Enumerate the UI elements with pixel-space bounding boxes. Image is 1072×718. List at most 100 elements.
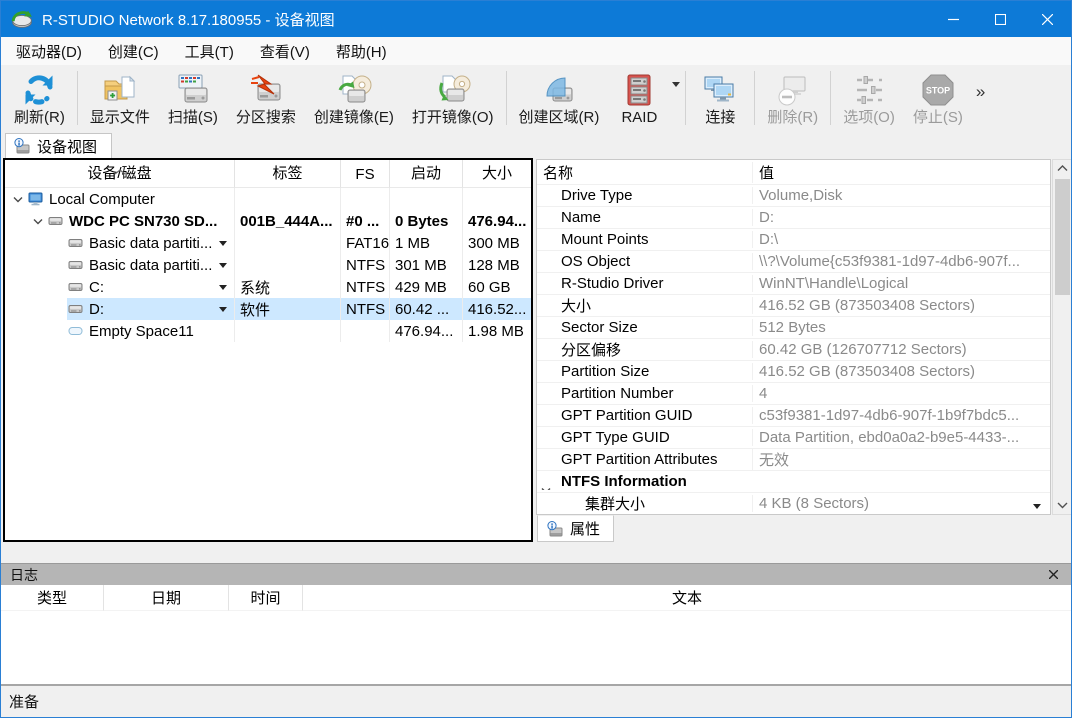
tab-properties[interactable]: 属性: [537, 515, 614, 542]
prop-row-gpt-partition-attributes[interactable]: GPT Partition Attributes无效: [537, 448, 1050, 470]
device-cell-size: 300 MB: [463, 232, 531, 254]
menu-item-help[interactable]: 帮助(H): [323, 38, 400, 65]
open-image-label: 打开镜像(O): [412, 109, 494, 126]
prop-row-sector-size[interactable]: Sector Size512 Bytes: [537, 316, 1050, 338]
disk-icon: [67, 256, 85, 274]
device-row-basic-partition-2[interactable]: Basic data partiti...NTFS301 MB128 MB: [5, 254, 531, 276]
device-row-drive-c[interactable]: C:系统NTFS429 MB60 GB: [5, 276, 531, 298]
create-region-button[interactable]: 创建区域(R): [510, 66, 609, 130]
device-cell-label: [235, 232, 341, 254]
scroll-up-icon[interactable]: [1053, 160, 1071, 177]
partition-dropdown-caret[interactable]: [219, 263, 227, 272]
device-table-header: 设备/磁盘标签FS启动大小: [5, 160, 531, 188]
disk-icon: [67, 234, 85, 252]
refresh-label: 刷新(R): [14, 109, 65, 126]
open-image-button[interactable]: 打开镜像(O): [403, 66, 503, 130]
tree-indent: [5, 232, 67, 254]
prop-value-cluster-size[interactable]: 4 KB (8 Sectors): [752, 495, 1050, 512]
device-cell-start: 0 Bytes: [390, 210, 463, 232]
refresh-button[interactable]: 刷新(R): [5, 66, 74, 130]
tab-device-view[interactable]: 设备视图: [5, 133, 112, 158]
menu-item-tools[interactable]: 工具(T): [172, 38, 247, 65]
prop-row-drive-type[interactable]: Drive TypeVolume,Disk: [537, 184, 1050, 206]
log-header-row: 类型日期时间文本: [1, 585, 1071, 611]
maximize-button[interactable]: [977, 1, 1024, 37]
prop-row-partition-offset[interactable]: 分区偏移60.42 GB (126707712 Sectors): [537, 338, 1050, 360]
prop-value-partition-number: 4: [752, 385, 1050, 402]
prop-row-cluster-size[interactable]: 集群大小4 KB (8 Sectors): [537, 492, 1050, 514]
options-button: 选项(O): [834, 66, 904, 130]
prop-row-partition-size[interactable]: Partition Size416.52 GB (873503408 Secto…: [537, 360, 1050, 382]
prop-row-ntfs-information[interactable]: NTFS Information: [537, 470, 1050, 492]
tree-indent: [5, 254, 67, 276]
device-row-local-computer[interactable]: Local Computer: [5, 188, 531, 210]
stop-icon: STOP: [920, 72, 956, 108]
device-cell-name: Empty Space11: [5, 320, 235, 342]
status-text: 准备: [9, 691, 39, 712]
log-column-text[interactable]: 文本: [303, 585, 1071, 611]
raid-button[interactable]: RAID: [608, 66, 670, 130]
toolbar-separator: [830, 71, 831, 125]
device-cell-fs: NTFS: [341, 254, 390, 276]
menu-item-drive[interactable]: 驱动器(D): [3, 38, 95, 65]
device-cell-fs: [341, 188, 390, 210]
menu-item-view[interactable]: 查看(V): [247, 38, 323, 65]
device-cell-size: 60 GB: [463, 276, 531, 298]
connect-label: 连接: [705, 109, 735, 126]
prop-name-partition-offset: 分区偏移: [537, 339, 752, 360]
device-cell-size: [463, 188, 531, 210]
close-button[interactable]: [1024, 1, 1071, 37]
prop-row-gpt-partition-guid[interactable]: GPT Partition GUIDc53f9381-1d97-4db6-907…: [537, 404, 1050, 426]
column-header-size[interactable]: 大小: [463, 160, 531, 188]
column-header-label: FS: [355, 166, 374, 183]
column-header-fs[interactable]: FS: [341, 160, 390, 188]
properties-scrollbar[interactable]: [1052, 159, 1071, 515]
column-header-start[interactable]: 启动: [390, 160, 463, 188]
prop-row-os-object[interactable]: OS Object\\?\Volume{c53f9381-1d97-4db6-9…: [537, 250, 1050, 272]
prop-row-mount-points[interactable]: Mount PointsD:\: [537, 228, 1050, 250]
device-row-drive-d[interactable]: D:软件NTFS60.42 ...416.52...: [5, 298, 531, 320]
prop-row-rstudio-driver[interactable]: R-Studio DriverWinNT\Handle\Logical: [537, 272, 1050, 294]
toolbar-overflow-chevron[interactable]: »: [972, 66, 991, 130]
device-cell-label: 软件: [235, 298, 341, 320]
connect-icon: [702, 72, 738, 108]
partition-dropdown-caret[interactable]: [219, 241, 227, 250]
create-image-button[interactable]: 创建镜像(E): [305, 66, 403, 130]
show-files-button[interactable]: 显示文件: [81, 66, 159, 130]
scan-button[interactable]: 扫描(S): [159, 66, 227, 130]
log-column-time[interactable]: 时间: [229, 585, 303, 611]
prop-row-name[interactable]: NameD:: [537, 206, 1050, 228]
menu-item-create[interactable]: 创建(C): [95, 38, 172, 65]
log-column-date[interactable]: 日期: [104, 585, 229, 611]
minimize-button[interactable]: [930, 1, 977, 37]
expander-chevron-icon[interactable]: [9, 196, 27, 203]
properties-panel: 名称值Drive TypeVolume,DiskNameD:Mount Poin…: [536, 159, 1071, 563]
cluster-size-dropdown-caret[interactable]: [1033, 504, 1041, 512]
scroll-down-icon[interactable]: [1053, 497, 1071, 514]
device-cell-start: 301 MB: [390, 254, 463, 276]
partition-dropdown-caret[interactable]: [219, 285, 227, 294]
prop-row-gpt-type-guid[interactable]: GPT Type GUIDData Partition, ebd0a0a2-b9…: [537, 426, 1050, 448]
prop-row-partition-number[interactable]: Partition Number4: [537, 382, 1050, 404]
device-cell-name: Local Computer: [5, 188, 235, 210]
scrollbar-thumb[interactable]: [1055, 179, 1070, 295]
device-cell-start: 429 MB: [390, 276, 463, 298]
expander-chevron-icon[interactable]: [29, 218, 47, 225]
section-chevron-icon[interactable]: [541, 481, 551, 490]
raid-dropdown-caret[interactable]: [672, 82, 680, 91]
device-cell-fs: #0 ...: [341, 210, 390, 232]
prop-value-os-object: \\?\Volume{c53f9381-1d97-4db6-907f...: [752, 253, 1050, 270]
device-row-empty-space-11[interactable]: Empty Space11476.94...1.98 MB: [5, 320, 531, 342]
options-icon: [851, 72, 887, 108]
partition-dropdown-caret[interactable]: [219, 307, 227, 316]
device-row-basic-partition-1[interactable]: Basic data partiti...FAT161 MB300 MB: [5, 232, 531, 254]
partition-search-button[interactable]: 分区搜索: [227, 66, 305, 130]
column-header-label[interactable]: 标签: [235, 160, 341, 188]
log-column-type[interactable]: 类型: [1, 585, 104, 611]
status-bar: 准备: [1, 684, 1071, 717]
device-row-wdc-disk[interactable]: WDC PC SN730 SD...001B_444A...#0 ...0 By…: [5, 210, 531, 232]
prop-row-size[interactable]: 大小416.52 GB (873503408 Sectors): [537, 294, 1050, 316]
connect-button[interactable]: 连接: [689, 66, 751, 130]
device-cell-name: Basic data partiti...: [5, 232, 235, 254]
log-close-icon[interactable]: [1044, 566, 1062, 584]
